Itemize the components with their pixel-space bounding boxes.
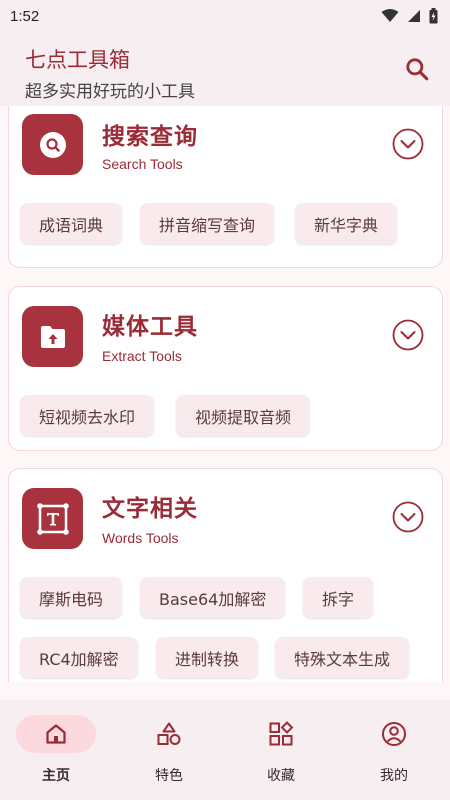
chevron-down-icon[interactable] — [392, 128, 424, 160]
nav-item-featured[interactable]: 特色 — [113, 700, 225, 800]
home-icon — [46, 724, 66, 744]
tool-category-list[interactable]: 搜索查询 Search Tools 成语词典 拼音缩写查询 新华字典 媒体工具 … — [0, 106, 450, 682]
tool-chip-remove-watermark[interactable]: 短视频去水印 — [20, 395, 155, 436]
nav-item-profile[interactable]: 我的 — [338, 700, 450, 800]
category-subtitle: Extract Tools — [102, 348, 182, 364]
category-card-words: 文字相关 Words Tools 摩斯电码 Base64加解密 拆字 RC4加解… — [8, 468, 443, 682]
category-icon-media — [22, 306, 83, 367]
category-title: 文字相关 — [102, 496, 198, 522]
app-header: 七点工具箱 超多实用好玩的小工具 — [0, 32, 450, 106]
category-title: 媒体工具 — [102, 314, 198, 340]
category-card-media: 媒体工具 Extract Tools 短视频去水印 视频提取音频 — [8, 286, 443, 451]
account-icon — [382, 722, 406, 746]
category-icon-search — [22, 114, 83, 175]
category-subtitle: Search Tools — [102, 156, 183, 172]
nav-label-home: 主页 — [42, 768, 70, 784]
nav-icon-wrap — [129, 715, 209, 753]
tool-chip-morse-code[interactable]: 摩斯电码 — [20, 577, 123, 618]
tool-chip-base-conversion[interactable]: 进制转换 — [156, 637, 259, 678]
category-title: 搜索查询 — [102, 124, 198, 150]
status-bar: 1:52 — [0, 0, 450, 32]
app-title: 七点工具箱 — [25, 48, 130, 72]
search-icon[interactable] — [404, 56, 430, 82]
text-frame-icon — [36, 502, 69, 535]
status-time: 1:52 — [10, 7, 40, 25]
chevron-down-icon[interactable] — [392, 501, 424, 533]
category-icon-words — [22, 488, 83, 549]
tool-chip-base64[interactable]: Base64加解密 — [140, 577, 286, 618]
bottom-navigation: 主页 特色 收藏 我的 — [0, 700, 450, 800]
category-card-search: 搜索查询 Search Tools 成语词典 拼音缩写查询 新华字典 — [8, 106, 443, 268]
signal-icon — [408, 10, 420, 22]
shapes-icon — [157, 722, 181, 745]
tool-chip-pinyin-abbreviation[interactable]: 拼音缩写查询 — [140, 203, 275, 244]
tool-chip-xinhua-dictionary[interactable]: 新华字典 — [295, 203, 398, 244]
grid-star-icon — [269, 721, 294, 746]
nav-label-profile: 我的 — [380, 768, 408, 784]
nav-active-indicator — [16, 715, 96, 753]
tool-chip-split-character[interactable]: 拆字 — [303, 577, 374, 618]
folder-upload-icon — [40, 325, 65, 348]
category-subtitle: Words Tools — [102, 530, 179, 546]
chevron-down-icon[interactable] — [392, 319, 424, 351]
nav-item-favorites[interactable]: 收藏 — [225, 700, 337, 800]
status-icons — [381, 8, 438, 24]
tool-chip-idiom-dictionary[interactable]: 成语词典 — [20, 203, 123, 244]
tool-chip-special-text[interactable]: 特殊文本生成 — [275, 637, 410, 678]
nav-label-favorites: 收藏 — [267, 768, 295, 784]
nav-label-featured: 特色 — [155, 768, 183, 784]
tool-chip-extract-audio[interactable]: 视频提取音频 — [176, 395, 311, 436]
nav-icon-wrap — [241, 715, 321, 753]
tool-chip-rc4[interactable]: RC4加解密 — [20, 637, 138, 678]
wifi-icon — [381, 9, 399, 22]
nav-icon-wrap — [354, 715, 434, 753]
nav-item-home[interactable]: 主页 — [0, 700, 112, 800]
search-icon — [39, 131, 66, 158]
battery-icon — [429, 8, 438, 24]
app-subtitle: 超多实用好玩的小工具 — [25, 82, 195, 102]
